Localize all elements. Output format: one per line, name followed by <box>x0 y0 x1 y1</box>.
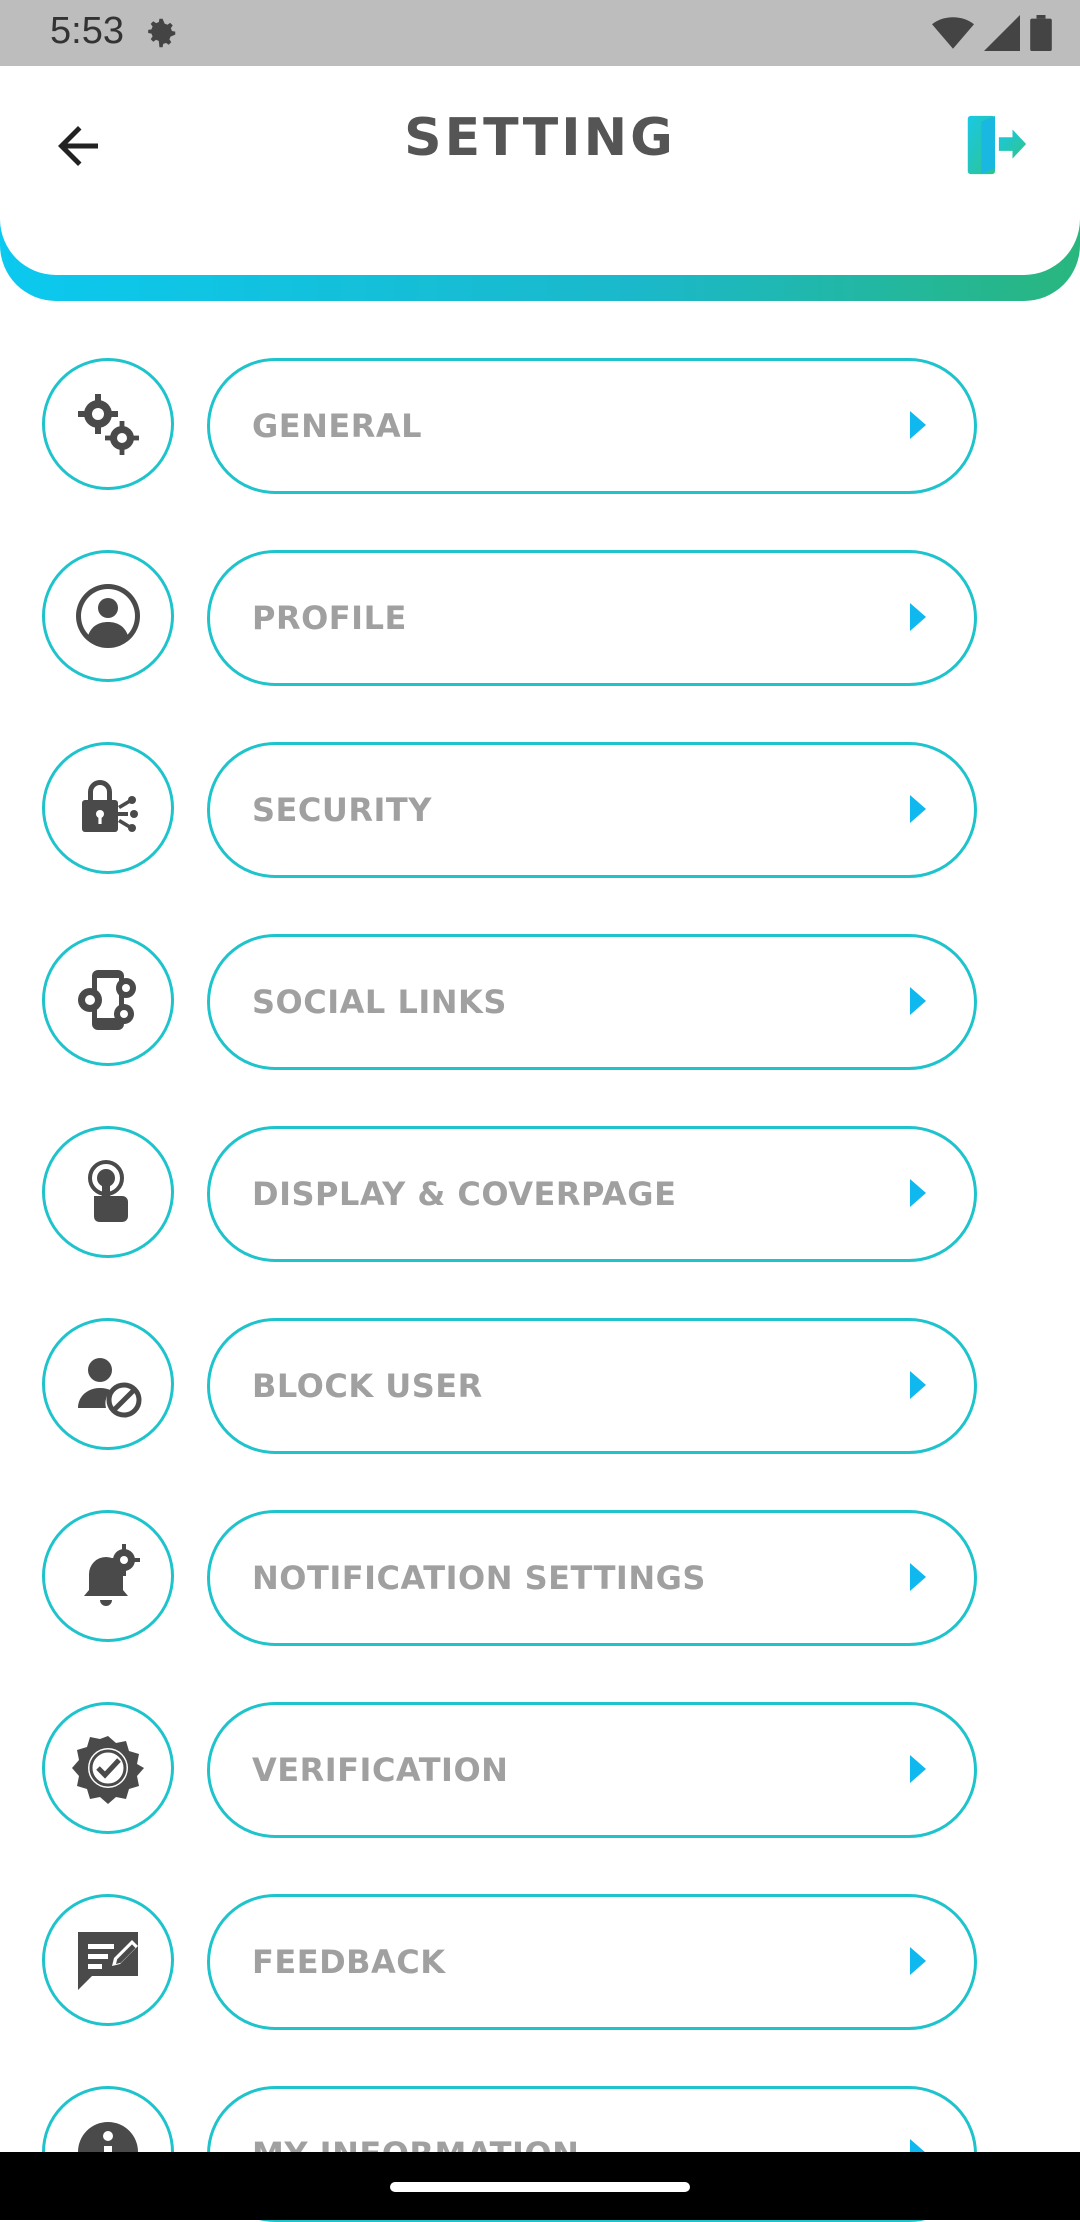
chevron-right-icon <box>910 987 926 1015</box>
status-bar: 5:53 <box>0 0 1080 66</box>
verification-label: VERIFICATION <box>252 1751 509 1789</box>
chevron-right-icon <box>910 411 926 439</box>
verification-button[interactable]: VERIFICATION <box>207 1702 977 1838</box>
bell-gear-icon <box>42 1510 174 1642</box>
general-label: GENERAL <box>252 407 423 445</box>
chevron-right-icon <box>910 1371 926 1399</box>
feedback-label: FEEDBACK <box>252 1943 446 1981</box>
block-user-label: BLOCK USER <box>252 1367 483 1405</box>
menu-row-feedback: FEEDBACK <box>0 1894 1080 2030</box>
social-links-button[interactable]: SOCIAL LINKS <box>207 934 977 1070</box>
profile-button[interactable]: PROFILE <box>207 550 977 686</box>
gears-icon <box>42 358 174 490</box>
profile-label: PROFILE <box>252 599 407 637</box>
feedback-button[interactable]: FEEDBACK <box>207 1894 977 2030</box>
chevron-right-icon <box>910 1947 926 1975</box>
social-links-label: SOCIAL LINKS <box>252 983 507 1021</box>
lock-network-icon <box>42 742 174 874</box>
chevron-right-icon <box>910 1755 926 1783</box>
chevron-right-icon <box>910 795 926 823</box>
system-nav-bar <box>0 2152 1080 2220</box>
chevron-right-icon <box>910 1179 926 1207</box>
settings-status-icon <box>148 18 176 48</box>
battery-icon <box>1030 15 1052 51</box>
menu-row-display-coverpage: DISPLAY & COVERPAGE <box>0 1126 1080 1262</box>
status-time: 5:53 <box>50 10 124 52</box>
security-button[interactable]: SECURITY <box>207 742 977 878</box>
menu-row-profile: PROFILE <box>0 550 1080 686</box>
menu-row-verification: VERIFICATION <box>0 1702 1080 1838</box>
menu-row-security: SECURITY <box>0 742 1080 878</box>
block-user-icon <box>42 1318 174 1450</box>
status-indicators <box>932 14 1052 52</box>
display-coverpage-label: DISPLAY & COVERPAGE <box>252 1175 677 1213</box>
header-bar: SETTING <box>0 66 1080 301</box>
menu-row-social-links: SOCIAL LINKS <box>0 934 1080 1070</box>
menu-row-block-user: BLOCK USER <box>0 1318 1080 1454</box>
block-user-button[interactable]: BLOCK USER <box>207 1318 977 1454</box>
logout-icon[interactable] <box>960 110 1030 180</box>
notification-settings-label: NOTIFICATION SETTINGS <box>252 1559 706 1597</box>
menu-row-general: GENERAL <box>0 358 1080 494</box>
notification-settings-button[interactable]: NOTIFICATION SETTINGS <box>207 1510 977 1646</box>
menu-row-notification-settings: NOTIFICATION SETTINGS <box>0 1510 1080 1646</box>
display-coverpage-button[interactable]: DISPLAY & COVERPAGE <box>207 1126 977 1262</box>
touch-display-icon <box>42 1126 174 1258</box>
verified-badge-icon <box>42 1702 174 1834</box>
social-phone-icon <box>42 934 174 1066</box>
cell-signal-icon <box>984 15 1020 51</box>
wifi-icon <box>932 17 974 49</box>
user-circle-icon <box>42 550 174 682</box>
chevron-right-icon <box>910 1563 926 1591</box>
home-gesture-handle[interactable] <box>390 2182 690 2192</box>
chevron-right-icon <box>910 603 926 631</box>
page-title: SETTING <box>404 108 676 168</box>
header-panel: SETTING <box>0 66 1080 275</box>
security-label: SECURITY <box>252 791 432 829</box>
feedback-icon <box>42 1894 174 2026</box>
general-button[interactable]: GENERAL <box>207 358 977 494</box>
